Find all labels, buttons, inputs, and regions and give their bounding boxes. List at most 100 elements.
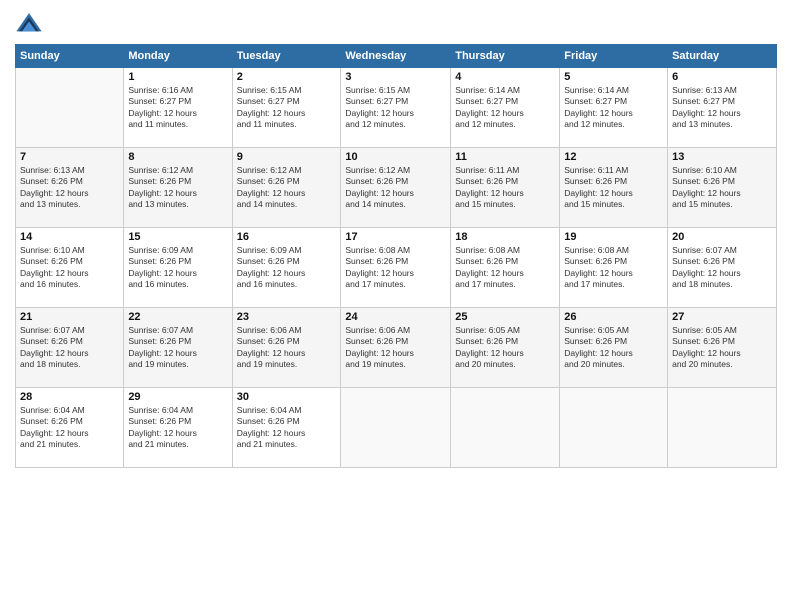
calendar-cell: 3 Sunrise: 6:15 AM Sunset: 6:27 PM Daylig… bbox=[341, 68, 451, 148]
calendar-week-1: 1Sunrise: 6:16 AM Sunset: 6:27 PM Daylig… bbox=[16, 68, 777, 148]
col-header-monday: Monday bbox=[124, 45, 232, 68]
day-info: Sunrise: 6:12 AM Sunset: 6:26 PM Dayligh… bbox=[345, 165, 446, 211]
calendar-cell: 14 Sunrise: 6:10 AM Sunset: 6:26 PM Dayli… bbox=[16, 228, 124, 308]
day-number: 16 bbox=[237, 231, 337, 243]
calendar-cell: 27 Sunrise: 6:05 AM Sunset: 6:26 PM Dayli… bbox=[668, 308, 777, 388]
day-number: 7 bbox=[20, 151, 119, 163]
day-number: 8 bbox=[128, 151, 227, 163]
calendar-cell: 9 Sunrise: 6:12 AM Sunset: 6:26 PM Daylig… bbox=[232, 148, 341, 228]
day-info: Sunrise: 6:11 AM Sunset: 6:26 PM Dayligh… bbox=[564, 165, 663, 211]
day-number: 13 bbox=[672, 151, 772, 163]
day-info: Sunrise: 6:14 AM Sunset: 6:27 PM Dayligh… bbox=[455, 85, 555, 131]
calendar-cell: 26Sunrise: 6:05 AM Sunset: 6:26 PM Dayli… bbox=[560, 308, 668, 388]
day-number: 19 bbox=[564, 231, 663, 243]
calendar-header-row: SundayMondayTuesdayWednesdayThursdayFrid… bbox=[16, 45, 777, 68]
calendar-week-4: 21 Sunrise: 6:07 AM Sunset: 6:26 PM Dayli… bbox=[16, 308, 777, 388]
calendar-cell: 16 Sunrise: 6:09 AM Sunset: 6:26 PM Dayli… bbox=[232, 228, 341, 308]
day-number: 22 bbox=[128, 311, 227, 323]
day-number: 23 bbox=[237, 311, 337, 323]
day-number: 25 bbox=[455, 311, 555, 323]
day-number: 27 bbox=[672, 311, 772, 323]
calendar-cell: 29Sunrise: 6:04 AM Sunset: 6:26 PM Dayli… bbox=[124, 388, 232, 468]
calendar-cell: 21 Sunrise: 6:07 AM Sunset: 6:26 PM Dayli… bbox=[16, 308, 124, 388]
day-info: Sunrise: 6:08 AM Sunset: 6:26 PM Dayligh… bbox=[455, 245, 555, 291]
calendar-cell: 1Sunrise: 6:16 AM Sunset: 6:27 PM Daylig… bbox=[124, 68, 232, 148]
col-header-sunday: Sunday bbox=[16, 45, 124, 68]
day-number: 15 bbox=[128, 231, 227, 243]
day-number: 6 bbox=[672, 71, 772, 83]
logo-icon bbox=[15, 10, 43, 38]
day-number: 4 bbox=[455, 71, 555, 83]
day-number: 2 bbox=[237, 71, 337, 83]
day-info: Sunrise: 6:05 AM Sunset: 6:26 PM Dayligh… bbox=[672, 325, 772, 371]
col-header-saturday: Saturday bbox=[668, 45, 777, 68]
calendar-cell bbox=[668, 388, 777, 468]
day-info: Sunrise: 6:06 AM Sunset: 6:26 PM Dayligh… bbox=[345, 325, 446, 371]
logo bbox=[15, 10, 47, 38]
day-info: Sunrise: 6:06 AM Sunset: 6:26 PM Dayligh… bbox=[237, 325, 337, 371]
day-info: Sunrise: 6:13 AM Sunset: 6:27 PM Dayligh… bbox=[672, 85, 772, 131]
calendar-week-2: 7 Sunrise: 6:13 AM Sunset: 6:26 PM Daylig… bbox=[16, 148, 777, 228]
col-header-thursday: Thursday bbox=[451, 45, 560, 68]
calendar-cell bbox=[560, 388, 668, 468]
calendar-cell: 20 Sunrise: 6:07 AM Sunset: 6:26 PM Dayli… bbox=[668, 228, 777, 308]
day-number: 12 bbox=[564, 151, 663, 163]
day-info: Sunrise: 6:16 AM Sunset: 6:27 PM Dayligh… bbox=[128, 85, 227, 131]
col-header-tuesday: Tuesday bbox=[232, 45, 341, 68]
calendar-cell: 25 Sunrise: 6:05 AM Sunset: 6:26 PM Dayli… bbox=[451, 308, 560, 388]
calendar-cell: 30 Sunrise: 6:04 AM Sunset: 6:26 PM Dayli… bbox=[232, 388, 341, 468]
day-info: Sunrise: 6:07 AM Sunset: 6:26 PM Dayligh… bbox=[672, 245, 772, 291]
day-number: 10 bbox=[345, 151, 446, 163]
day-number: 14 bbox=[20, 231, 119, 243]
day-info: Sunrise: 6:04 AM Sunset: 6:26 PM Dayligh… bbox=[20, 405, 119, 451]
day-number: 17 bbox=[345, 231, 446, 243]
day-info: Sunrise: 6:07 AM Sunset: 6:26 PM Dayligh… bbox=[128, 325, 227, 371]
day-info: Sunrise: 6:04 AM Sunset: 6:26 PM Dayligh… bbox=[128, 405, 227, 451]
day-info: Sunrise: 6:10 AM Sunset: 6:26 PM Dayligh… bbox=[20, 245, 119, 291]
day-info: Sunrise: 6:14 AM Sunset: 6:27 PM Dayligh… bbox=[564, 85, 663, 131]
calendar-cell bbox=[16, 68, 124, 148]
calendar-cell: 7 Sunrise: 6:13 AM Sunset: 6:26 PM Daylig… bbox=[16, 148, 124, 228]
page: SundayMondayTuesdayWednesdayThursdayFrid… bbox=[0, 0, 792, 612]
calendar: SundayMondayTuesdayWednesdayThursdayFrid… bbox=[15, 44, 777, 468]
day-number: 11 bbox=[455, 151, 555, 163]
calendar-cell: 15Sunrise: 6:09 AM Sunset: 6:26 PM Dayli… bbox=[124, 228, 232, 308]
day-number: 3 bbox=[345, 71, 446, 83]
day-info: Sunrise: 6:05 AM Sunset: 6:26 PM Dayligh… bbox=[455, 325, 555, 371]
calendar-week-3: 14 Sunrise: 6:10 AM Sunset: 6:26 PM Dayli… bbox=[16, 228, 777, 308]
calendar-cell: 8Sunrise: 6:12 AM Sunset: 6:26 PM Daylig… bbox=[124, 148, 232, 228]
day-number: 20 bbox=[672, 231, 772, 243]
day-number: 9 bbox=[237, 151, 337, 163]
col-header-friday: Friday bbox=[560, 45, 668, 68]
header bbox=[15, 10, 777, 38]
day-info: Sunrise: 6:11 AM Sunset: 6:26 PM Dayligh… bbox=[455, 165, 555, 211]
day-info: Sunrise: 6:09 AM Sunset: 6:26 PM Dayligh… bbox=[237, 245, 337, 291]
calendar-cell: 23 Sunrise: 6:06 AM Sunset: 6:26 PM Dayli… bbox=[232, 308, 341, 388]
calendar-cell bbox=[341, 388, 451, 468]
day-info: Sunrise: 6:08 AM Sunset: 6:26 PM Dayligh… bbox=[345, 245, 446, 291]
day-number: 28 bbox=[20, 391, 119, 403]
day-info: Sunrise: 6:08 AM Sunset: 6:26 PM Dayligh… bbox=[564, 245, 663, 291]
calendar-cell: 12 Sunrise: 6:11 AM Sunset: 6:26 PM Dayli… bbox=[560, 148, 668, 228]
calendar-cell: 5 Sunrise: 6:14 AM Sunset: 6:27 PM Daylig… bbox=[560, 68, 668, 148]
day-info: Sunrise: 6:12 AM Sunset: 6:26 PM Dayligh… bbox=[237, 165, 337, 211]
calendar-cell: 18 Sunrise: 6:08 AM Sunset: 6:26 PM Dayli… bbox=[451, 228, 560, 308]
calendar-cell: 4 Sunrise: 6:14 AM Sunset: 6:27 PM Daylig… bbox=[451, 68, 560, 148]
calendar-week-5: 28 Sunrise: 6:04 AM Sunset: 6:26 PM Dayli… bbox=[16, 388, 777, 468]
calendar-cell: 13Sunrise: 6:10 AM Sunset: 6:26 PM Dayli… bbox=[668, 148, 777, 228]
day-info: Sunrise: 6:04 AM Sunset: 6:26 PM Dayligh… bbox=[237, 405, 337, 451]
calendar-cell: 2 Sunrise: 6:15 AM Sunset: 6:27 PM Daylig… bbox=[232, 68, 341, 148]
calendar-cell: 19 Sunrise: 6:08 AM Sunset: 6:26 PM Dayli… bbox=[560, 228, 668, 308]
day-number: 30 bbox=[237, 391, 337, 403]
calendar-cell: 22 Sunrise: 6:07 AM Sunset: 6:26 PM Dayli… bbox=[124, 308, 232, 388]
day-info: Sunrise: 6:15 AM Sunset: 6:27 PM Dayligh… bbox=[237, 85, 337, 131]
day-info: Sunrise: 6:13 AM Sunset: 6:26 PM Dayligh… bbox=[20, 165, 119, 211]
col-header-wednesday: Wednesday bbox=[341, 45, 451, 68]
calendar-cell: 6 Sunrise: 6:13 AM Sunset: 6:27 PM Daylig… bbox=[668, 68, 777, 148]
day-number: 21 bbox=[20, 311, 119, 323]
day-number: 5 bbox=[564, 71, 663, 83]
day-number: 18 bbox=[455, 231, 555, 243]
day-info: Sunrise: 6:05 AM Sunset: 6:26 PM Dayligh… bbox=[564, 325, 663, 371]
day-info: Sunrise: 6:07 AM Sunset: 6:26 PM Dayligh… bbox=[20, 325, 119, 371]
day-info: Sunrise: 6:15 AM Sunset: 6:27 PM Dayligh… bbox=[345, 85, 446, 131]
